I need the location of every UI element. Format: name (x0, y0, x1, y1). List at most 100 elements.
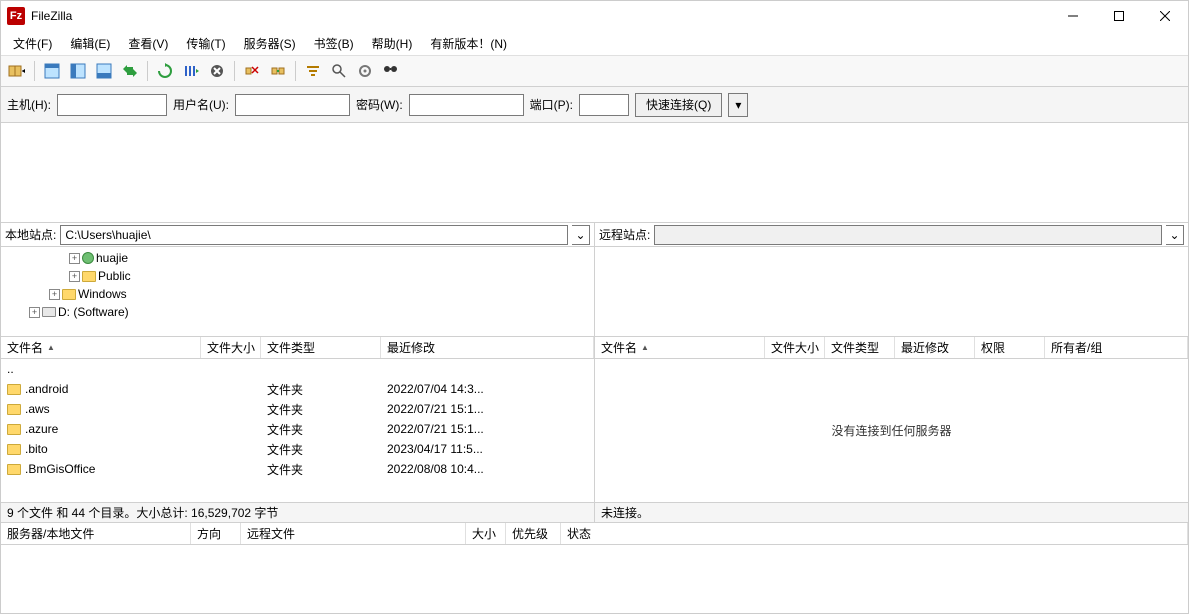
folder-icon (7, 444, 21, 455)
local-path-input[interactable] (60, 225, 568, 245)
col-permissions[interactable]: 权限 (975, 337, 1045, 358)
toolbar-separator (234, 61, 235, 81)
app-title: FileZilla (31, 9, 1050, 23)
col-modified[interactable]: 最近修改 (895, 337, 975, 358)
menu-server[interactable]: 服务器(S) (236, 32, 304, 55)
disconnect-icon[interactable] (240, 59, 264, 83)
col-server-file[interactable]: 服务器/本地文件 (1, 523, 191, 544)
menu-help[interactable]: 帮助(H) (364, 32, 421, 55)
menu-bookmarks[interactable]: 书签(B) (306, 32, 362, 55)
maximize-button[interactable] (1096, 1, 1142, 31)
tree-label: D: (Software) (58, 305, 129, 319)
toolbar-separator (147, 61, 148, 81)
sync-browse-icon[interactable] (118, 59, 142, 83)
local-list-body[interactable]: ...android文件夹2022/07/04 14:3....aws文件夹20… (1, 359, 594, 502)
filter-icon[interactable] (301, 59, 325, 83)
app-icon: Fz (7, 7, 25, 25)
list-item[interactable]: .. (1, 359, 594, 379)
list-item[interactable]: .BmGisOffice文件夹2022/08/08 10:4... (1, 459, 594, 479)
list-item[interactable]: .android文件夹2022/07/04 14:3... (1, 379, 594, 399)
user-icon (82, 252, 94, 264)
minimize-button[interactable] (1050, 1, 1096, 31)
col-owner[interactable]: 所有者/组 (1045, 337, 1188, 358)
username-input[interactable] (235, 94, 350, 116)
col-priority[interactable]: 优先级 (506, 523, 561, 544)
local-site-row: 本地站点: ⌄ (1, 223, 594, 247)
cancel-icon[interactable] (205, 59, 229, 83)
find-icon[interactable] (379, 59, 403, 83)
drive-icon (42, 307, 56, 317)
col-size[interactable]: 文件大小 (201, 337, 261, 358)
process-queue-icon[interactable] (179, 59, 203, 83)
reconnect-icon[interactable] (266, 59, 290, 83)
col-modified[interactable]: 最近修改 (381, 337, 594, 358)
close-button[interactable] (1142, 1, 1188, 31)
menu-view[interactable]: 查看(V) (120, 32, 176, 55)
tree-node[interactable]: + Windows (1, 285, 594, 303)
file-name: .BmGisOffice (25, 462, 95, 476)
expander-icon[interactable]: + (69, 271, 80, 282)
expander-icon[interactable]: + (49, 289, 60, 300)
quickconnect-button[interactable]: 快速连接(Q) (635, 93, 722, 117)
settings-icon[interactable] (353, 59, 377, 83)
list-item[interactable]: .bito文件夹2023/04/17 11:5... (1, 439, 594, 459)
menu-new-version[interactable]: 有新版本！(N) (422, 32, 515, 55)
local-path-dropdown[interactable]: ⌄ (572, 225, 590, 245)
file-name: .android (25, 382, 68, 396)
col-remote-file[interactable]: 远程文件 (241, 523, 466, 544)
remote-empty-message: 没有连接到任何服务器 (595, 359, 1188, 502)
host-label: 主机(H): (7, 96, 51, 113)
file-name: .aws (25, 402, 50, 416)
port-input[interactable] (579, 94, 629, 116)
list-item[interactable]: .azure文件夹2022/07/21 15:1... (1, 419, 594, 439)
menu-transfer[interactable]: 传输(T) (178, 32, 233, 55)
col-name[interactable]: 文件名▲ (1, 337, 201, 358)
tree-label: Windows (78, 287, 127, 301)
tree-label: huajie (96, 251, 128, 265)
local-tree[interactable]: +huajie+Public+Windows+D: (Software) (1, 247, 594, 337)
col-direction[interactable]: 方向 (191, 523, 241, 544)
expander-icon[interactable]: + (69, 253, 80, 264)
toggle-queue-icon[interactable] (92, 59, 116, 83)
col-size[interactable]: 文件大小 (765, 337, 825, 358)
sort-asc-icon: ▲ (47, 343, 55, 352)
remote-path-dropdown[interactable]: ⌄ (1166, 225, 1184, 245)
window-controls (1050, 1, 1188, 31)
col-type[interactable]: 文件类型 (261, 337, 381, 358)
list-item[interactable]: .aws文件夹2022/07/21 15:1... (1, 399, 594, 419)
menu-file[interactable]: 文件(F) (5, 32, 60, 55)
tree-node[interactable]: + huajie (1, 249, 594, 267)
host-input[interactable] (57, 94, 167, 116)
local-site-label: 本地站点: (5, 226, 56, 243)
site-manager-icon[interactable] (5, 59, 29, 83)
tree-node[interactable]: +Public (1, 267, 594, 285)
titlebar: Fz FileZilla (1, 1, 1188, 31)
col-state[interactable]: 状态 (561, 523, 1188, 544)
menu-edit[interactable]: 编辑(E) (62, 32, 118, 55)
tree-node[interactable]: + D: (Software) (1, 303, 594, 321)
folder-icon (7, 464, 21, 475)
remote-tree[interactable] (595, 247, 1188, 337)
folder-icon (7, 384, 21, 395)
toolbar-separator (295, 61, 296, 81)
col-type[interactable]: 文件类型 (825, 337, 895, 358)
queue-body[interactable] (1, 545, 1188, 613)
folder-icon (82, 271, 96, 282)
quickconnect-dropdown[interactable]: ▾ (728, 93, 748, 117)
expander-icon[interactable]: + (29, 307, 40, 318)
compare-icon[interactable] (327, 59, 351, 83)
folder-icon (7, 424, 21, 435)
remote-site-label: 远程站点: (599, 226, 650, 243)
file-name: .azure (25, 422, 58, 436)
local-status: 9 个文件 和 44 个目录。大小总计: 16,529,702 字节 (1, 502, 594, 522)
remote-site-row: 远程站点: ⌄ (595, 223, 1188, 247)
refresh-icon[interactable] (153, 59, 177, 83)
message-log[interactable] (1, 123, 1188, 223)
remote-path-input[interactable] (654, 225, 1162, 245)
password-input[interactable] (409, 94, 524, 116)
col-name[interactable]: 文件名▲ (595, 337, 765, 358)
toggle-tree-icon[interactable] (66, 59, 90, 83)
password-label: 密码(W): (356, 96, 403, 113)
toggle-log-icon[interactable] (40, 59, 64, 83)
col-size[interactable]: 大小 (466, 523, 506, 544)
